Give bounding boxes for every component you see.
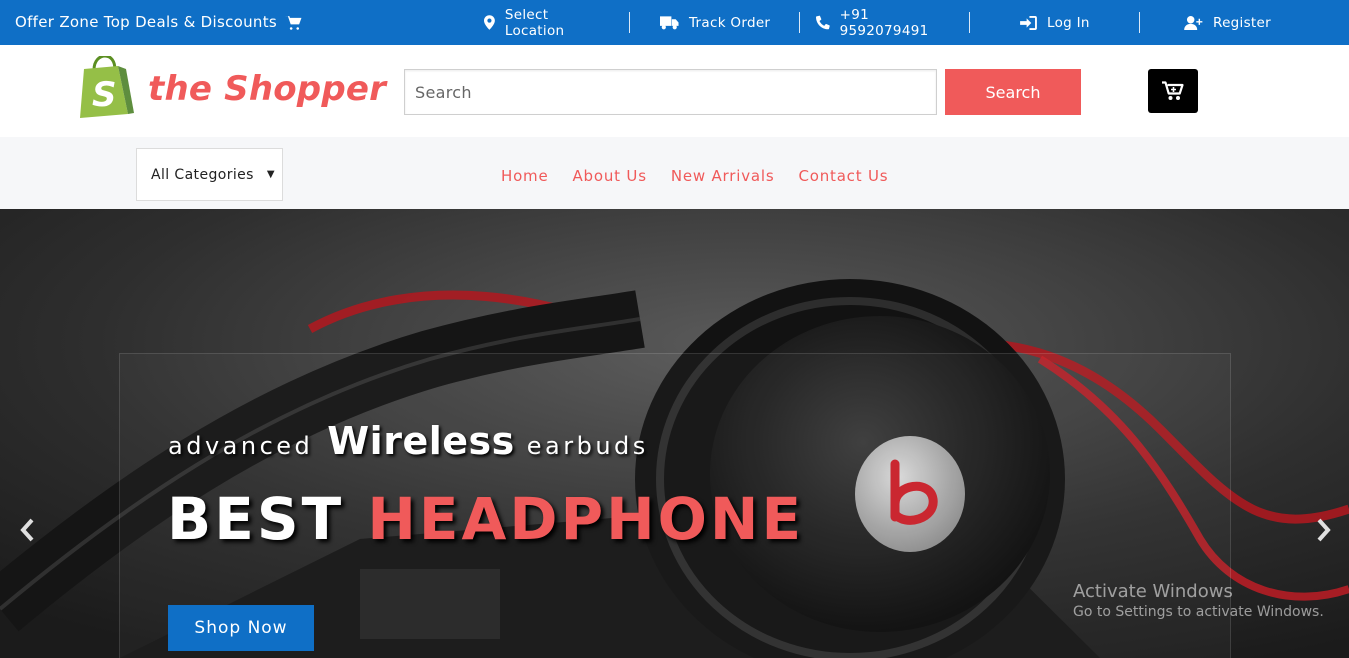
hero-subtitle: advanced Wireless earbuds [168,419,649,463]
truck-icon [660,15,679,29]
track-order-label: Track Order [689,14,771,31]
map-marker-icon [484,15,495,30]
nav-menu: Home About Us New Arrivals Contact Us [501,167,888,185]
site-logo[interactable]: S the Shopper [78,56,386,118]
search-button[interactable]: Search [945,69,1081,115]
cart-icon [285,15,302,30]
offer-zone-text: Offer Zone Top Deals & Discounts [15,13,278,31]
brand-name: the Shopper [148,69,387,109]
cart-button[interactable] [1148,69,1198,113]
select-location-label: Select Location [504,6,565,39]
sign-in-icon [1020,15,1037,30]
phone-icon [816,15,830,30]
shop-now-button[interactable]: Shop Now [168,605,314,651]
nav-item-about-us[interactable]: About Us [573,167,647,185]
register-label: Register [1213,14,1271,31]
hero-subtitle-left: advanced [168,432,314,460]
hero-subtitle-emphasis: Wireless [327,419,515,463]
watermark-subtitle: Go to Settings to activate Windows. [1073,604,1324,620]
top-bar: Offer Zone Top Deals & Discounts Select … [0,0,1349,45]
hero-headline-red: HEADPHONE [367,485,805,553]
track-order-link[interactable]: Track Order [630,12,800,33]
carousel-next-icon[interactable] [1313,517,1333,543]
watermark-title: Activate Windows [1073,581,1233,602]
nav-item-contact-us[interactable]: Contact Us [798,167,888,185]
top-links: Select Location Track Order +91 95920794… [470,7,1289,39]
user-plus-icon [1184,15,1203,30]
register-link[interactable]: Register [1140,12,1289,33]
shopping-bag-logo-icon: S [80,56,134,118]
cart-icon [1162,81,1184,100]
phone-link[interactable]: +91 9592079491 [800,7,970,39]
category-select[interactable]: All Categories ▼ [136,148,283,201]
main-nav: All Categories ▼ Home About Us New Arriv… [0,137,1349,209]
nav-item-home[interactable]: Home [501,167,549,185]
site-header: S the Shopper Search [0,45,1349,137]
login-label: Log In [1047,14,1090,31]
carousel-prev-icon[interactable] [18,517,38,543]
login-link[interactable]: Log In [970,12,1140,33]
category-select-value: All Categories [151,166,254,183]
hero-carousel: advanced Wireless earbuds BEST HEADPHONE… [0,209,1349,658]
windows-activation-watermark: Activate Windows Go to Settings to activ… [1073,581,1324,620]
search-input[interactable] [404,69,937,115]
select-location-link[interactable]: Select Location [470,7,630,39]
hero-headline-white: BEST [167,485,345,553]
caret-down-icon: ▼ [266,169,275,180]
hero-subtitle-right: earbuds [526,432,649,460]
offer-zone-link[interactable]: Offer Zone Top Deals & Discounts [15,13,302,31]
svg-text:S: S [92,75,117,115]
nav-item-new-arrivals[interactable]: New Arrivals [671,167,775,185]
hero-headline: BEST HEADPHONE [167,485,804,553]
phone-number: +91 9592079491 [839,6,929,39]
